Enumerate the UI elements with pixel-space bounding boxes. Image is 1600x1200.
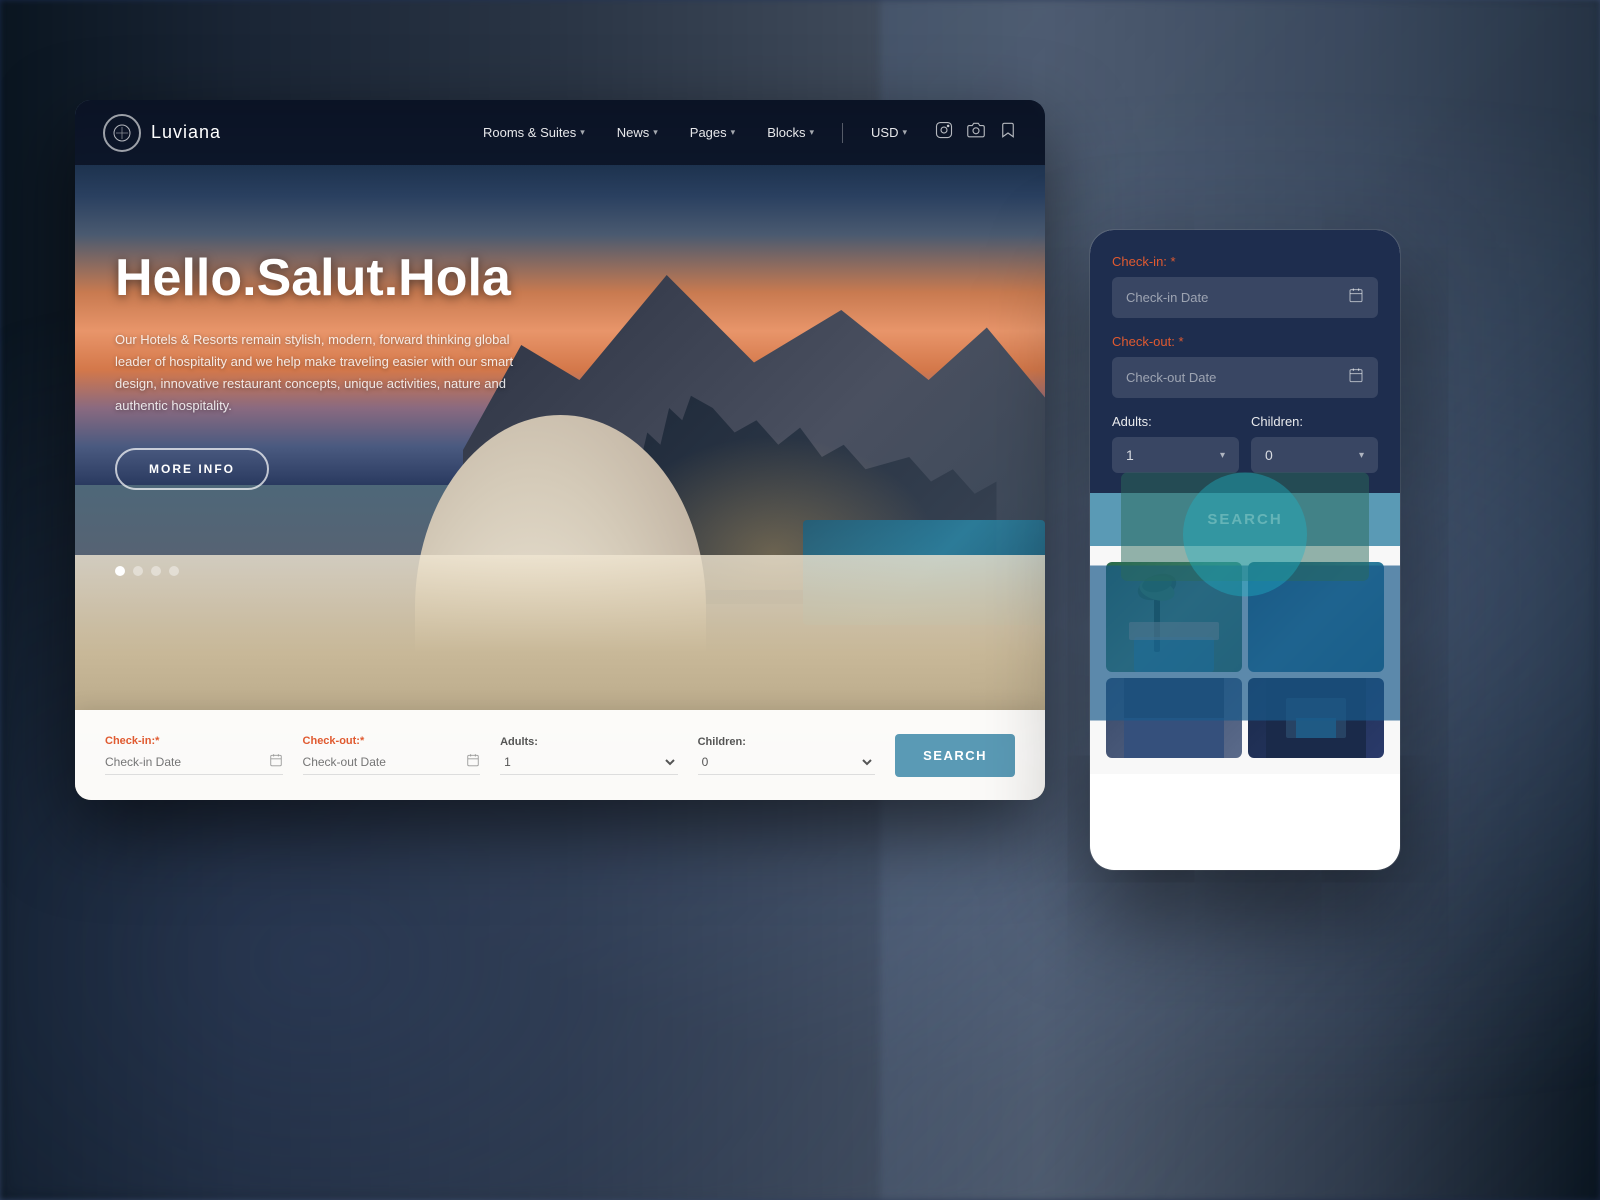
- booking-bar: Check-in:* Check-out:*: [75, 710, 1045, 800]
- nav-pages-label: Pages: [690, 125, 727, 140]
- hero-content: Hello.Salut.Hola Our Hotels & Resorts re…: [115, 250, 535, 490]
- checkin-input[interactable]: [105, 755, 269, 769]
- adults-select[interactable]: 1 2 3 4: [500, 754, 678, 770]
- slider-dot-1[interactable]: [115, 566, 125, 576]
- slider-dot-4[interactable]: [169, 566, 179, 576]
- camera-icon[interactable]: [967, 121, 985, 144]
- adults-label: Adults:: [500, 736, 678, 748]
- nav-social: [935, 121, 1017, 144]
- desktop-mockup: Luviana Rooms & Suites ▾ News ▾ Pages ▾ …: [75, 100, 1045, 800]
- more-info-button[interactable]: MORE INFO: [115, 448, 269, 490]
- news-chevron-icon: ▾: [653, 127, 658, 138]
- checkout-input-wrap: [303, 753, 481, 775]
- rooms-chevron-icon: ▾: [580, 127, 585, 138]
- nav-currency-label: USD: [871, 125, 898, 140]
- navbar: Luviana Rooms & Suites ▾ News ▾ Pages ▾ …: [75, 100, 1045, 165]
- checkout-calendar-icon: [466, 753, 480, 770]
- nav-menu: Rooms & Suites ▾ News ▾ Pages ▾ Blocks ▾…: [471, 119, 1017, 146]
- children-select[interactable]: 0 1 2 3: [698, 754, 876, 770]
- adults-select-wrap: 1 2 3 4: [500, 754, 678, 775]
- pages-chevron-icon: ▾: [731, 127, 736, 138]
- nav-blocks[interactable]: Blocks ▾: [755, 119, 826, 146]
- logo-text: Luviana: [151, 122, 221, 143]
- checkin-field: Check-in:*: [105, 735, 283, 775]
- nav-pages[interactable]: Pages ▾: [678, 119, 747, 146]
- nav-currency[interactable]: USD ▾: [859, 119, 919, 146]
- slider-dots: [115, 566, 179, 576]
- mobile-image-grid: [1106, 562, 1384, 758]
- search-button[interactable]: SEARCH: [895, 734, 1015, 777]
- hero-description: Our Hotels & Resorts remain stylish, mod…: [115, 329, 535, 417]
- hero-title: Hello.Salut.Hola: [115, 250, 535, 307]
- nav-blocks-label: Blocks: [767, 125, 805, 140]
- children-field: Children: 0 1 2 3: [698, 736, 876, 775]
- nav-news[interactable]: News ▾: [605, 119, 670, 146]
- checkin-input-wrap: [105, 753, 283, 775]
- adults-field: Adults: 1 2 3 4: [500, 736, 678, 775]
- slider-dot-3[interactable]: [151, 566, 161, 576]
- checkin-label: Check-in:*: [105, 735, 283, 747]
- checkout-field: Check-out:*: [303, 735, 481, 775]
- nav-divider: [842, 123, 843, 143]
- nav-logo[interactable]: Luviana: [103, 114, 221, 152]
- checkout-input[interactable]: [303, 755, 467, 769]
- bookmark-icon[interactable]: [999, 121, 1017, 144]
- mobile-image-2: [1248, 562, 1384, 672]
- mobile-body: [1090, 546, 1400, 774]
- checkin-calendar-icon: [269, 753, 283, 770]
- instagram-icon[interactable]: [935, 121, 953, 144]
- checkout-label: Check-out:*: [303, 735, 481, 747]
- nav-rooms-suites-label: Rooms & Suites: [483, 125, 576, 140]
- currency-chevron-icon: ▾: [902, 127, 907, 138]
- mobile-mockup: Check-in: * Check-in Date Check-out: * C…: [1090, 230, 1400, 870]
- slider-dot-2[interactable]: [133, 566, 143, 576]
- blocks-chevron-icon: ▾: [809, 127, 814, 138]
- nav-news-label: News: [617, 125, 650, 140]
- children-select-wrap: 0 1 2 3: [698, 754, 876, 775]
- children-label: Children:: [698, 736, 876, 748]
- logo-icon: [103, 114, 141, 152]
- nav-rooms-suites[interactable]: Rooms & Suites ▾: [471, 119, 597, 146]
